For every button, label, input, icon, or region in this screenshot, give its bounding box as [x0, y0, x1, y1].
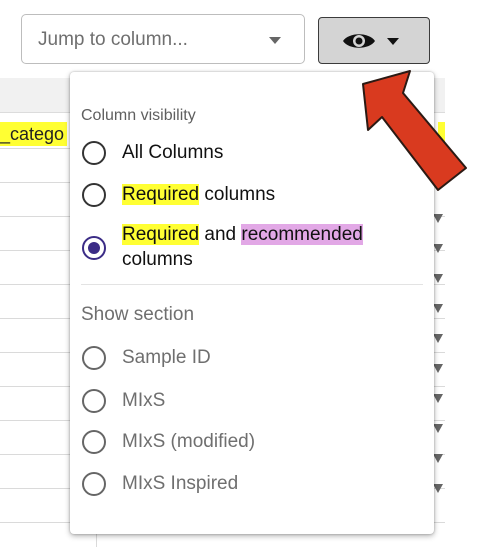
option-label: Required columns [122, 182, 275, 208]
option-label: MIxS (modified) [122, 431, 256, 452]
jump-to-column-select[interactable]: Jump to column... [21, 14, 305, 64]
radio-selected-dot [88, 242, 100, 254]
chevron-down-icon [269, 37, 281, 44]
option-required-and-recommended[interactable]: Required and recommended columns [82, 222, 422, 274]
radio-all-columns[interactable] [82, 141, 106, 165]
option-label-middle: and [199, 224, 242, 245]
option-label: All Columns [122, 142, 224, 163]
option-label: Required and recommended [122, 222, 363, 248]
cell-dropdown-icon[interactable] [433, 334, 443, 343]
radio-mixs[interactable] [82, 389, 106, 413]
radio-required-and-recommended[interactable] [82, 236, 106, 260]
highlight-recommended: recommended [241, 224, 363, 245]
annotation-arrow-icon [362, 70, 467, 191]
cell-dropdown-icon[interactable] [433, 304, 443, 313]
caret-down-icon [387, 38, 399, 45]
jump-to-column-placeholder: Jump to column... [38, 29, 188, 50]
eye-icon [343, 34, 375, 48]
cell-dropdown-icon[interactable] [433, 214, 443, 223]
radio-sample-id[interactable] [82, 346, 106, 370]
column-visibility-heading: Column visibility [81, 107, 196, 124]
cell-dropdown-icon[interactable] [433, 394, 443, 403]
option-label: MIxS [122, 390, 166, 411]
page: « _catego Jump to column... [0, 0, 477, 547]
cell-dropdown-icon[interactable] [433, 244, 443, 253]
option-section-sample-id[interactable]: Sample ID [82, 345, 422, 371]
cell-dropdown-icon[interactable] [433, 454, 443, 463]
radio-mixs-modified[interactable] [82, 430, 106, 454]
option-section-mixs[interactable]: MIxS [82, 388, 422, 414]
cell-dropdown-icon[interactable] [433, 484, 443, 493]
cell-dropdown-icon[interactable] [433, 364, 443, 373]
option-section-mixs-inspired[interactable]: MIxS Inspired [82, 471, 422, 497]
option-label: Sample ID [122, 347, 211, 368]
column-header-partial[interactable]: _catego [0, 122, 68, 146]
menu-divider [81, 284, 423, 285]
cell-dropdown-icon[interactable] [433, 274, 443, 283]
option-label-rest: columns [199, 184, 276, 205]
show-section-heading: Show section [81, 304, 195, 325]
highlight-required: Required [122, 184, 200, 205]
option-section-mixs-modified[interactable]: MIxS (modified) [82, 429, 422, 455]
option-label: MIxS Inspired [122, 473, 239, 494]
highlight-required: Required [122, 224, 200, 245]
radio-required-columns[interactable] [82, 183, 106, 207]
option-label-line2: columns [122, 249, 193, 270]
cell-dropdown-icon[interactable] [433, 424, 443, 433]
column-visibility-button[interactable] [318, 17, 430, 64]
radio-mixs-inspired[interactable] [82, 472, 106, 496]
